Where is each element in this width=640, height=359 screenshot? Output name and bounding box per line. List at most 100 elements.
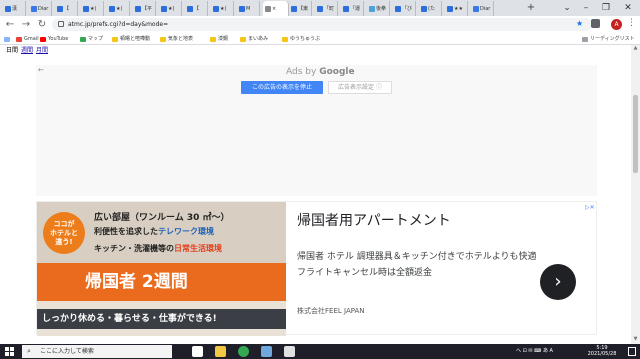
ad-description: 帰国者 ホテル 調理器具＆キッチン付きでホテルよりも快適 フライトキャンセル時は… [297,252,537,278]
browser-tab[interactable]: Diar [29,1,52,16]
taskbar-task-view-icon[interactable] [192,346,203,357]
profile-avatar[interactable]: A [611,19,622,30]
ad-title[interactable]: 帰国者用アパートメント [297,210,451,230]
browser-tab[interactable]: M [237,1,260,16]
tab-label: Diar [38,5,49,12]
vertical-scrollbar[interactable]: ▲ ▼ [631,45,640,344]
browser-tab[interactable]: × [263,1,289,16]
bookmark-icon [240,37,246,42]
bookmark-label: Gmail [24,36,39,42]
period-nav: 日間 週間 月間 [6,47,48,55]
bookmark-item[interactable]: ゆうちゅうぶ [282,35,320,44]
ads-by-label: Ads by [286,67,317,77]
tab-favicon-icon [213,5,219,12]
browser-tab[interactable]: ★( [159,1,182,16]
banner-line-3-highlight: 日常生活環境 [174,244,222,253]
windows-start-icon[interactable] [5,347,14,356]
back-arrow-icon[interactable]: ← [38,66,44,74]
clock-date: 2021/05/28 [587,351,617,357]
menu-dots-icon[interactable]: ⋮ [627,18,636,28]
taskbar-search-box[interactable]: ⌕ ここに入力して検索 [22,345,172,358]
adchoices-icon[interactable]: ▷✕ [585,204,595,211]
ad-banner-image[interactable]: ココが ホテルと 違う! 広い部屋（ワンルーム 30 ㎡〜） 利便性を追求したテ… [37,202,286,336]
tab-favicon-icon [395,5,401,12]
bookmark-item[interactable]: YouTube [40,35,68,44]
taskbar-file-explorer-icon[interactable] [215,346,226,357]
apartment-ad[interactable]: ココが ホテルと 違う! 広い部屋（ワンルーム 30 ㎡〜） 利便性を追求したテ… [36,201,597,336]
taskbar-search-placeholder: ここに入力して検索 [40,348,94,355]
tab-favicon-icon [57,5,63,12]
tab-label: 後拳 [376,6,387,12]
new-tab-button[interactable]: + [526,2,536,14]
browser-tab[interactable]: (た [419,1,442,16]
scroll-down-icon[interactable]: ▼ [631,336,640,344]
browser-tab[interactable]: 【平 [133,1,156,16]
browser-tab[interactable]: ★( [211,1,234,16]
bookmark-item[interactable]: 頓曙と喧嘩動 [112,35,150,44]
browser-tab[interactable]: 【東 [289,1,312,16]
banner-line-3: キッチン・洗濯機等の日常生活環境 [94,243,222,254]
bookmark-item[interactable]: マップ [80,35,103,44]
tab-search-icon[interactable]: ⌄ [561,2,573,14]
browser-tab[interactable]: 【 [55,1,78,16]
bookmark-icon [160,37,166,42]
tab-label: ★( [220,5,227,12]
close-window-button[interactable]: ✕ [622,2,634,14]
bookmark-item[interactable]: まいあみ [240,35,268,44]
browser-tab[interactable]: 「び [393,1,416,16]
browser-tab[interactable]: 【 [185,1,208,16]
taskbar-chrome-icon[interactable] [238,346,249,357]
system-tray[interactable]: へ ⊡ ✉ ⌨ あ A [516,347,553,354]
bookmark-label: 漆鋼 [218,36,229,42]
ad-settings-button[interactable]: 広告表示設定 ⓘ [328,81,392,94]
browser-tab[interactable]: 「運 [341,1,364,16]
notification-icon[interactable] [628,347,636,356]
tab-favicon-icon [161,5,167,12]
tab-favicon-icon [447,5,453,12]
banner-line-2: 利便性を追求したテレワーク環境 [94,226,214,237]
stop-ad-button[interactable]: この広告の表示を停止 [241,81,323,94]
tab-label: ★★ [454,5,463,12]
tab-label: 【 [64,6,70,12]
taskbar-app-5-icon[interactable] [284,346,295,357]
back-button[interactable]: ← [4,19,16,31]
tab-label: × [272,5,277,12]
browser-tab[interactable]: Diar [471,1,494,16]
tab-list: 漢 Diar 【 ★(★(【平 ★(【 ★(M × 【東 「町 「運 後拳 「び (た ★★ Diar [0,1,540,16]
tab-label: 漢 [12,6,18,12]
reading-list-button[interactable]: リーディングリスト [582,35,635,44]
bookmark-item[interactable]: Gmail [16,35,39,44]
bookmark-item[interactable]: 気象と地表 [160,35,193,44]
forward-button[interactable]: → [20,19,32,31]
taskbar-clock[interactable]: 5:19 2021/05/28 [582,345,622,357]
minimize-button[interactable]: – [580,2,592,14]
banner-bubble-text: ココが ホテルと 違う! [50,220,78,246]
bookmark-icon [40,37,46,42]
tab-favicon-icon [343,5,349,12]
taskbar-app-4-icon[interactable] [261,346,272,357]
browser-tab[interactable]: 漢 [3,1,26,16]
browser-toolbar: ← → ↻ atmc.jp/prefs.cgi?d=day&mode= [0,16,640,34]
apps-icon[interactable] [4,35,10,44]
scroll-up-icon[interactable]: ▲ [631,45,640,53]
extensions-icon[interactable] [591,19,600,28]
scroll-thumb[interactable] [633,95,638,173]
tab-favicon-icon [291,5,297,12]
nav-weekly-link[interactable]: 週間 [21,47,33,54]
banner-line-2-highlight: テレワーク環境 [158,227,214,236]
bookmark-label: 気象と地表 [168,36,194,42]
browser-tab[interactable]: 後拳 [367,1,390,16]
ad-open-arrow-button[interactable]: › [540,264,576,300]
banner-bubble: ココが ホテルと 違う! [43,212,85,254]
address-bar[interactable]: atmc.jp/prefs.cgi?d=day&mode= [52,18,592,31]
bookmark-star-icon[interactable]: ★ [576,19,583,28]
browser-tab[interactable]: 「町 [315,1,338,16]
ad-advertiser: 株式会社FEEL JAPAN [297,307,365,315]
bookmark-item[interactable]: 漆鋼 [210,35,228,44]
browser-tab[interactable]: ★★ [445,1,468,16]
browser-tab[interactable]: ★( [107,1,130,16]
nav-monthly-link[interactable]: 月間 [36,47,48,54]
reload-button[interactable]: ↻ [36,19,48,31]
browser-tab[interactable]: ★( [81,1,104,16]
restore-button[interactable]: ❐ [600,2,612,14]
